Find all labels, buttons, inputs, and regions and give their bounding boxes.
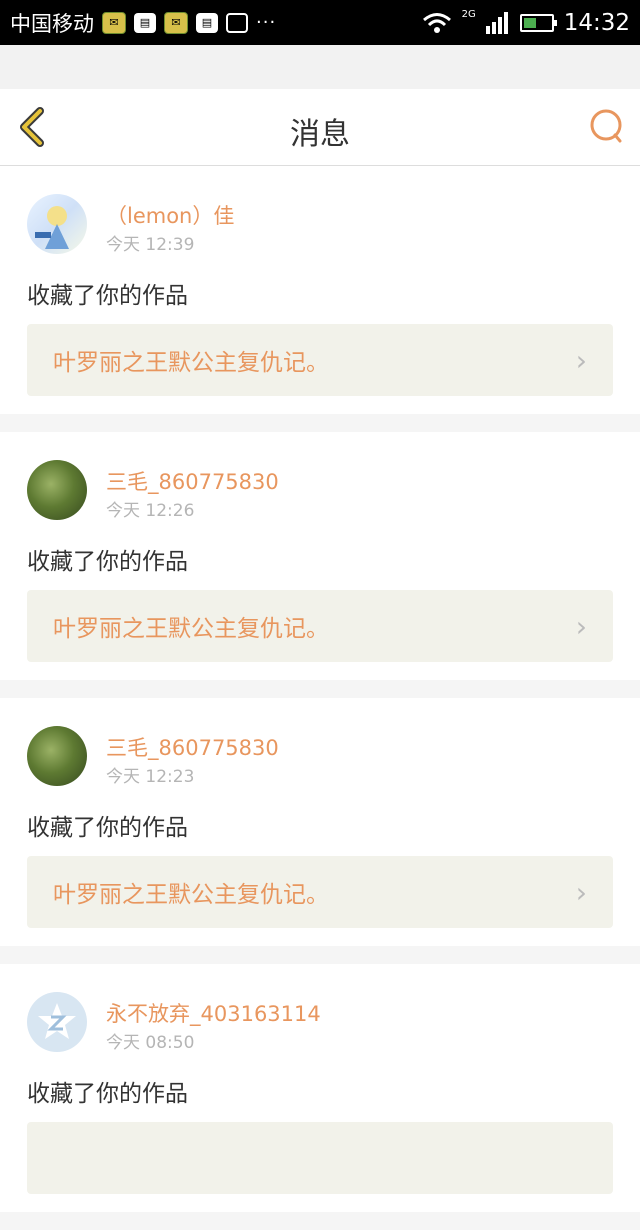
wifi-icon: [422, 12, 451, 33]
work-title: 叶罗丽之王默公主复仇记。: [53, 350, 329, 376]
top-spacer: [0, 45, 640, 89]
star-avatar-icon: [38, 1003, 76, 1039]
work-link[interactable]: 叶罗丽之王默公主复仇记。 ›: [27, 856, 613, 928]
username[interactable]: 三毛_860775830: [106, 732, 279, 762]
action-text: 收藏了你的作品: [27, 283, 188, 309]
timestamp: 今天 12:39: [106, 235, 195, 255]
message-card[interactable]: 永不放弃_403163114 今天 08:50 收藏了你的作品: [0, 964, 640, 1212]
clock: 14:32: [563, 9, 630, 36]
work-link[interactable]: 叶罗丽之王默公主复仇记。 ›: [27, 590, 613, 662]
action-text: 收藏了你的作品: [27, 1081, 188, 1107]
chevron-right-icon: ›: [575, 609, 587, 643]
more-notifications-icon: ···: [256, 12, 277, 33]
work-title: 叶罗丽之王默公主复仇记。: [53, 882, 329, 908]
image-notification-icon: [226, 12, 248, 33]
signal-icon: [485, 11, 508, 34]
chevron-right-icon: ›: [575, 343, 587, 377]
anime-avatar-icon: [35, 206, 69, 249]
username[interactable]: 永不放弃_403163114: [106, 998, 321, 1028]
app-notification-icon: ✉: [102, 11, 126, 34]
work-link[interactable]: 叶罗丽之王默公主复仇记。 ›: [27, 324, 613, 396]
message-card[interactable]: （lemon）佳 今天 12:39 收藏了你的作品 叶罗丽之王默公主复仇记。 ›: [0, 166, 640, 414]
message-card[interactable]: 三毛_860775830 今天 12:23 收藏了你的作品 叶罗丽之王默公主复仇…: [0, 698, 640, 946]
chevron-right-icon: ›: [575, 875, 587, 909]
timestamp: 今天 08:50: [106, 1033, 195, 1053]
avatar[interactable]: [27, 460, 87, 520]
username[interactable]: （lemon）佳: [106, 200, 234, 230]
action-text: 收藏了你的作品: [27, 549, 188, 575]
timestamp: 今天 12:26: [106, 501, 195, 521]
carrier-label: 中国移动: [10, 11, 94, 36]
message-notification-icon-2: ▤: [196, 12, 218, 33]
battery-icon: [519, 13, 557, 32]
timestamp: 今天 12:23: [106, 767, 195, 787]
app-notification-icon-2: ✉: [164, 11, 188, 34]
status-bar: 中国移动 ✉ ▤ ✉ ▤ ··· 2G 14:32: [0, 0, 640, 45]
search-icon[interactable]: [586, 107, 626, 147]
avatar[interactable]: [27, 194, 87, 254]
action-text: 收藏了你的作品: [27, 815, 188, 841]
work-title: 叶罗丽之王默公主复仇记。: [53, 616, 329, 642]
page-title: 消息: [290, 117, 350, 152]
username[interactable]: 三毛_860775830: [106, 466, 279, 496]
avatar[interactable]: [27, 992, 87, 1052]
avatar[interactable]: [27, 726, 87, 786]
message-card[interactable]: 三毛_860775830 今天 12:26 收藏了你的作品 叶罗丽之王默公主复仇…: [0, 432, 640, 680]
message-notification-icon: ▤: [134, 12, 156, 33]
network-type-label: 2G: [461, 9, 476, 20]
nav-bar: 消息: [0, 89, 640, 166]
message-list: （lemon）佳 今天 12:39 收藏了你的作品 叶罗丽之王默公主复仇记。 ›…: [0, 166, 640, 1230]
work-link[interactable]: [27, 1122, 613, 1194]
